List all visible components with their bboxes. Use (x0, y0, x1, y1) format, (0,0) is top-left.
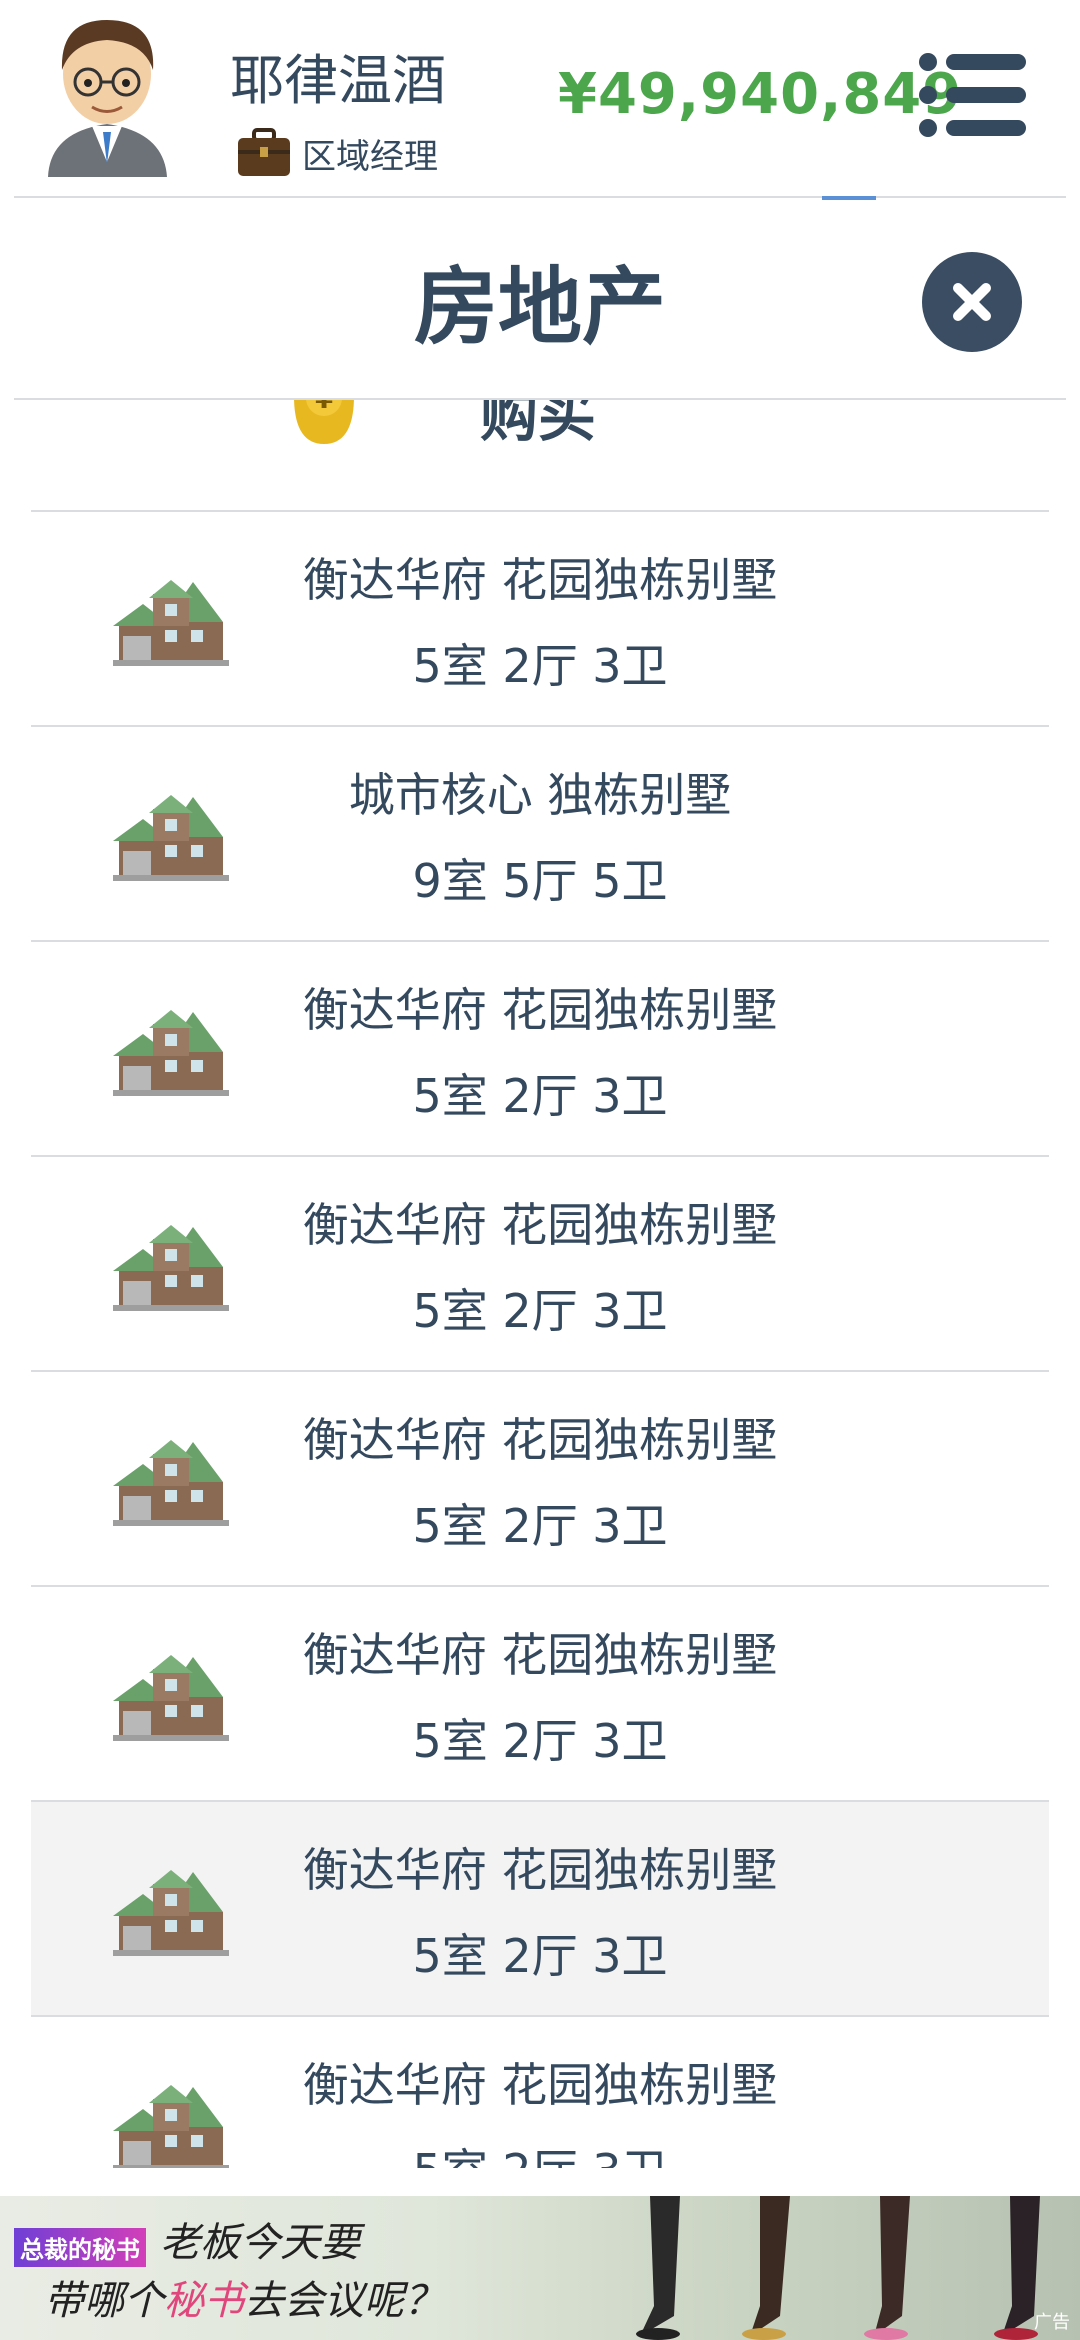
buy-label: 购买 (480, 400, 597, 449)
property-row[interactable]: 城市核心 独栋别墅 9室 5厅 5卫 (31, 725, 1049, 940)
property-name: 衡达华府 花园独栋别墅 (302, 553, 778, 607)
property-layout: 5室 2厅 3卫 (412, 1499, 668, 1553)
property-name: 城市核心 独栋别墅 (348, 768, 732, 822)
property-layout: 5室 2厅 3卫 (412, 1069, 668, 1123)
property-row[interactable]: 衡达华府 花园独栋别墅 5室 2厅 3卫 (31, 1585, 1049, 1800)
property-row[interactable]: 衡达华府 花园独栋别墅 5室 2厅 3卫 (31, 2015, 1049, 2168)
property-row[interactable]: 衡达华府 花园独栋别墅 5室 2厅 3卫 (31, 1370, 1049, 1585)
property-name: 衡达华府 花园独栋别墅 (302, 1413, 778, 1467)
player-name: 耶律温酒 (230, 49, 446, 112)
job-title-label: 区域经理 (302, 136, 438, 177)
close-icon (953, 283, 991, 321)
close-button[interactable] (922, 252, 1022, 352)
ad-legs-image (636, 2196, 1040, 2340)
property-name: 衡达华府 花园独栋别墅 (302, 983, 778, 1037)
job-title: 区域经理 (236, 128, 438, 178)
property-name: 衡达华府 花园独栋别墅 (302, 1198, 778, 1252)
property-layout: 5室 2厅 3卫 (412, 1284, 668, 1338)
property-name: 衡达华府 花园独栋别墅 (302, 1843, 778, 1897)
buy-option[interactable]: ¥ 购买 (0, 400, 1080, 510)
property-list[interactable]: ¥ 购买 衡达华府 花园独栋别墅 5室 2厅 3卫 城市核心 独栋别墅 9室 5… (0, 400, 1080, 2168)
property-row[interactable]: 衡达华府 花园独栋别墅 5室 2厅 3卫 (31, 510, 1049, 725)
svg-text:¥: ¥ (315, 400, 333, 415)
menu-icon[interactable] (918, 52, 1028, 138)
ad-banner[interactable]: 总裁的秘书 老板今天要 带哪个秘书去会议呢？ 广告 (0, 2196, 1080, 2340)
ad-subline-pre: 带哪个 (44, 2278, 164, 2324)
property-layout: 9室 5厅 5卫 (412, 854, 668, 908)
property-layout: 5室 2厅 3卫 (412, 1714, 668, 1768)
briefcase-icon (238, 128, 290, 176)
ad-label: 广告 (1034, 2312, 1070, 2333)
property-name: 衡达华府 花园独栋别墅 (302, 1628, 778, 1682)
property-layout: 5室 2厅 3卫 (412, 1929, 668, 1983)
ad-subline-highlight: 秘书 (164, 2278, 244, 2324)
avatar[interactable] (40, 12, 175, 177)
ad-headline: 老板今天要 (160, 2220, 360, 2266)
ad-subline: 带哪个秘书去会议呢？ (44, 2268, 444, 2326)
property-rows: 衡达华府 花园独栋别墅 5室 2厅 3卫 城市核心 独栋别墅 9室 5厅 5卫 (31, 510, 1049, 2168)
status-header: 耶律温酒 区域经理 ¥49,940,849 (0, 0, 1080, 196)
header-divider (14, 196, 1066, 198)
tab-indicator (822, 196, 876, 200)
ad-brand-tag: 总裁的秘书 (14, 2228, 146, 2267)
property-layout: 5室 2厅 3卫 (31, 2135, 1049, 2168)
modal-title: 房地产 (413, 258, 666, 356)
cash-balance: ¥49,940,849 (558, 62, 963, 127)
property-layout: 5室 2厅 3卫 (412, 639, 668, 693)
ad-subline-post: 去会议呢？ (244, 2278, 444, 2324)
property-row-selected[interactable]: 衡达华府 花园独栋别墅 5室 2厅 3卫 (31, 1800, 1049, 2015)
property-row[interactable]: 衡达华府 花园独栋别墅 5室 2厅 3卫 (31, 940, 1049, 1155)
property-name: 衡达华府 花园独栋别墅 (302, 2058, 778, 2112)
property-row[interactable]: 衡达华府 花园独栋别墅 5室 2厅 3卫 (31, 1155, 1049, 1370)
money-bag-icon: ¥ (294, 400, 354, 444)
